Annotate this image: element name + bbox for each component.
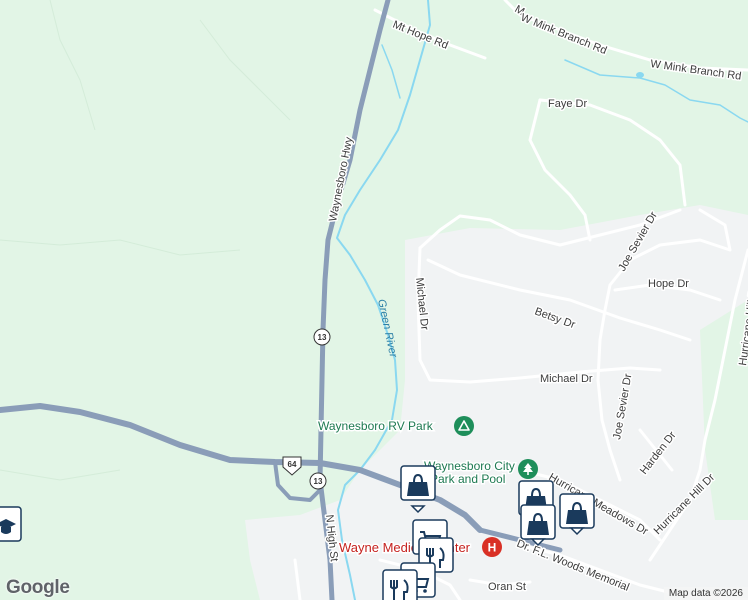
google-logo: Google <box>6 577 70 598</box>
shopping-bag-icon[interactable] <box>559 493 595 536</box>
restaurant-icon[interactable] <box>382 569 418 600</box>
rv-park-label: Waynesboro RV Park <box>318 419 434 433</box>
svg-text:H: H <box>488 541 497 555</box>
city-park-label-line1: Waynesboro City <box>424 459 515 473</box>
faye-dr-label: Faye Dr <box>548 98 587 110</box>
map-attribution[interactable]: Map data ©2026 <box>663 587 748 600</box>
route-13-shield-north: 13 <box>313 328 331 346</box>
pond <box>636 72 644 78</box>
michael-dr-label-2: Michael Dr <box>540 373 593 385</box>
shield-text: 64 <box>288 460 297 469</box>
route-13-shield-south: 13 <box>309 472 327 490</box>
hope-dr-label: Hope Dr <box>648 278 689 290</box>
school-icon[interactable] <box>0 506 22 542</box>
map-canvas[interactable]: 13 13 64 Waynesboro Hwy Mt Hope Rd M W M… <box>0 0 748 600</box>
oran-st-label: Oran St <box>488 581 526 593</box>
tree-icon[interactable] <box>518 459 538 479</box>
campground-icon[interactable] <box>454 416 474 436</box>
shopping-bag-icon[interactable] <box>520 504 556 547</box>
shield-text: 13 <box>318 333 327 342</box>
hospital-icon[interactable]: H <box>482 537 502 557</box>
shield-text: 13 <box>314 477 323 486</box>
city-park-label-line2: Park and Pool <box>430 472 505 486</box>
